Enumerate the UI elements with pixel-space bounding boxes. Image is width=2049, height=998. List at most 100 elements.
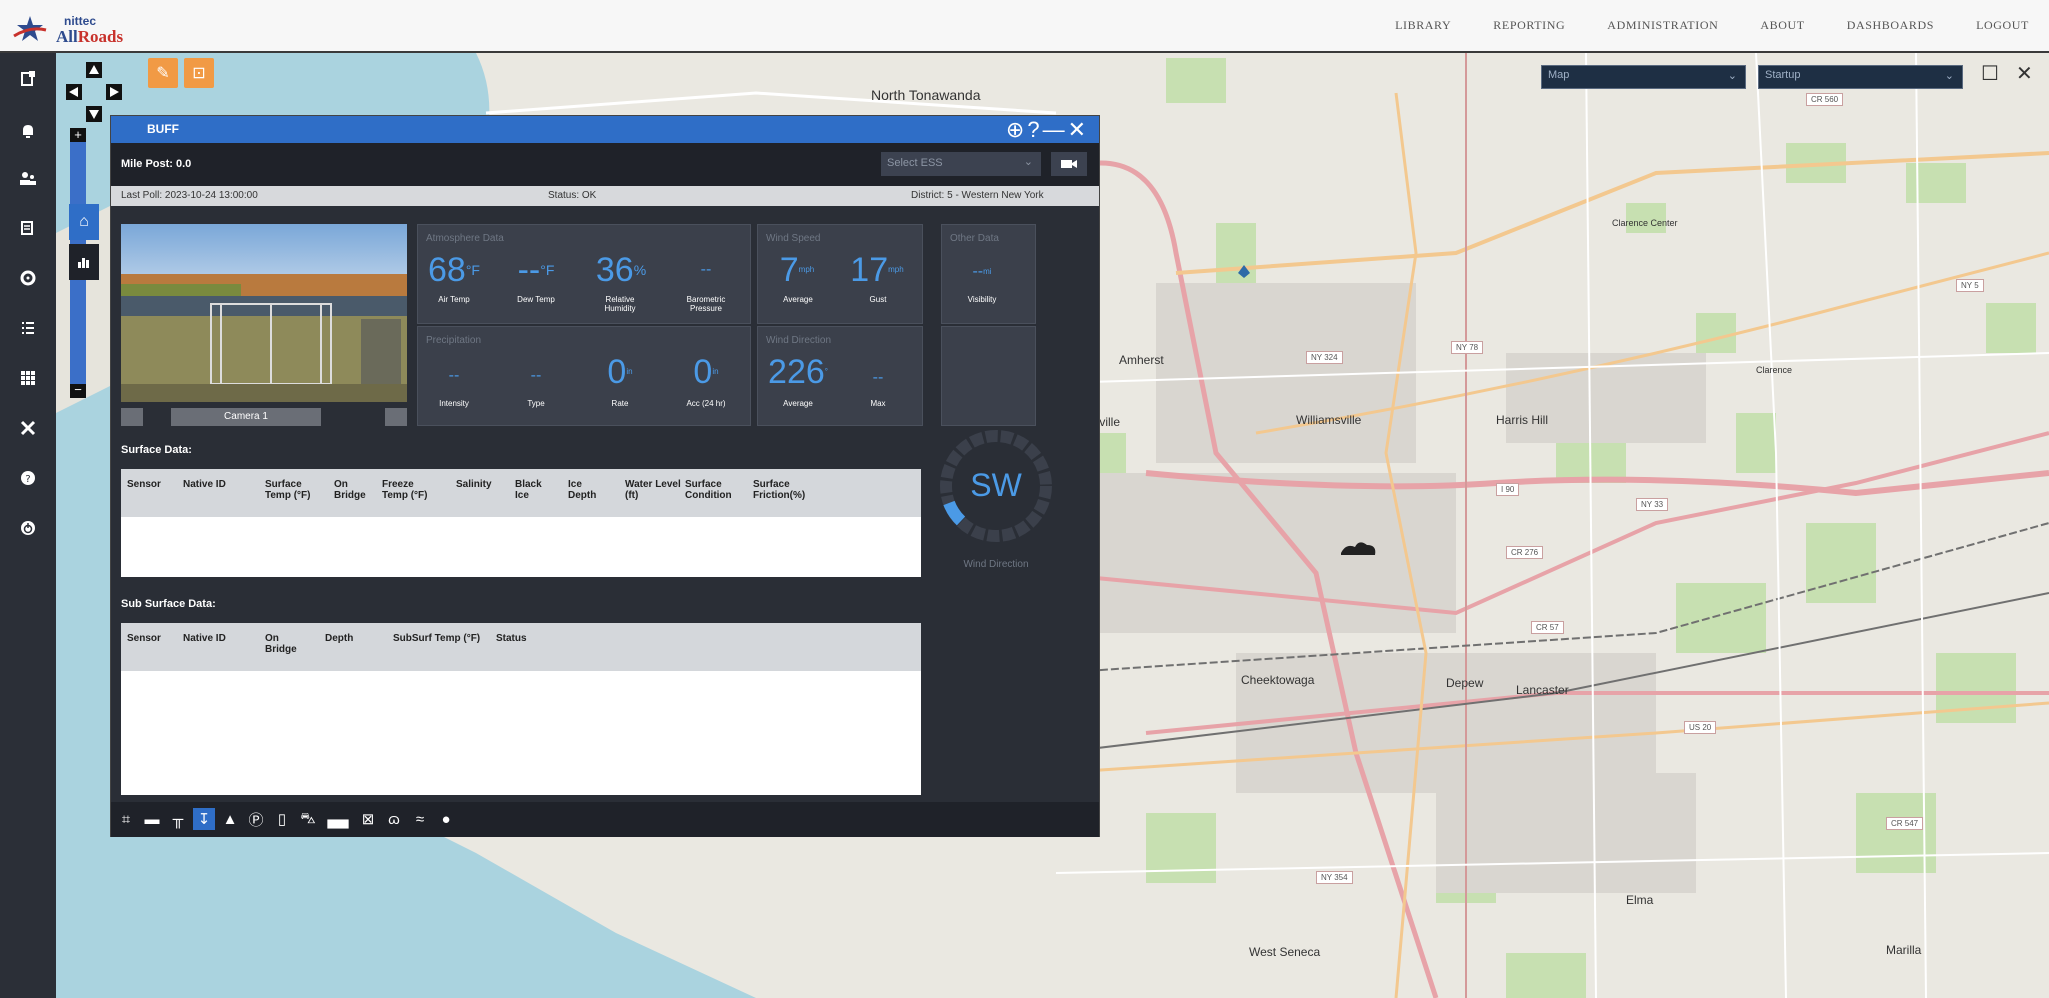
nav-reporting[interactable]: REPORTING [1493, 18, 1565, 33]
col-on-bridge: On Bridge [265, 633, 297, 655]
map-label-lancaster: Lancaster [1516, 683, 1569, 697]
list-icon[interactable] [0, 313, 56, 343]
col-subsurf-temp: SubSurf Temp (°F) [393, 633, 481, 644]
grid-icon[interactable] [0, 363, 56, 393]
map-label-harris-hill: Harris Hill [1496, 413, 1548, 427]
logo-main-text: AllRoads [56, 27, 124, 46]
camera-select[interactable]: Camera 1 [171, 408, 321, 426]
logo-star-icon [13, 16, 47, 41]
minimize-icon[interactable]: — [1043, 117, 1068, 142]
target-icon[interactable] [0, 263, 56, 293]
left-sidebar: ? [0, 53, 56, 998]
nav-dashboards[interactable]: DASHBOARDS [1847, 18, 1934, 33]
select-tool-icon[interactable]: ⊡ [184, 58, 214, 88]
zoom-out-icon[interactable]: − [70, 383, 86, 398]
report-icon[interactable] [0, 213, 56, 243]
visibility-value: --mi [972, 263, 992, 280]
station-name: BUFF [147, 122, 179, 136]
chart-tab-icon[interactable] [69, 244, 99, 280]
subsurface-data-table: Sensor Native ID On Bridge Depth SubSurf… [121, 623, 921, 795]
camera-image[interactable] [121, 224, 407, 402]
compass-label: Wind Direction [963, 559, 1029, 570]
road-shield-ny78: NY 78 [1451, 341, 1484, 354]
map-label-marilla: Marilla [1886, 943, 1922, 957]
compass-direction: SW [970, 467, 1022, 503]
tools-icon[interactable] [0, 413, 56, 443]
nav-library[interactable]: LIBRARY [1395, 18, 1451, 33]
air-temp-label: Air Temp [438, 295, 470, 304]
users-icon[interactable] [0, 163, 56, 193]
bell-icon[interactable] [0, 116, 56, 146]
main-nav: LIBRARY REPORTING ADMINISTRATION ABOUT D… [1395, 0, 2049, 50]
col-surface-temp: Surface Temp (°F) [265, 479, 311, 501]
clipboard-icon[interactable] [0, 63, 56, 93]
road-shield-ny5: NY 5 [1956, 279, 1984, 292]
atmosphere-title: Atmosphere Data [426, 233, 504, 244]
map-label-north-tonawanda: North Tonawanda [871, 87, 981, 103]
nav-logout[interactable]: LOGOUT [1976, 18, 2029, 33]
help-icon[interactable]: ? [0, 463, 56, 493]
station-title-bar[interactable]: BUFF ⊕?—✕ [111, 116, 1099, 143]
junction-icon[interactable]: ⌗ [115, 808, 137, 830]
wind-compass: SW Wind Direction [931, 421, 1061, 591]
map-layer-select[interactable]: Map ⌄ [1541, 65, 1746, 89]
col-freeze-temp: Freeze Temp (°F) [382, 479, 428, 501]
allroads-logo[interactable]: nittec AllRoads [12, 12, 127, 46]
video-camera-icon [1061, 160, 1077, 168]
help-icon[interactable]: ? [1027, 117, 1042, 142]
station-header: Mile Post: 0.0 Select ESS ⌄ [111, 143, 1099, 186]
map-label-elma: Elma [1626, 893, 1654, 907]
parking-icon[interactable]: Ⓟ [245, 808, 267, 830]
road-shield-i90: I 90 [1496, 483, 1520, 496]
pressure-label: Barometric Pressure [686, 295, 726, 313]
col-water-level: Water Level (ft) [625, 479, 681, 501]
sign-icon[interactable]: ⊠ [357, 808, 379, 830]
close-map-icon[interactable]: ✕ [2016, 61, 2033, 86]
layer-toolbar: ⌗ ▬ ╥ ↧ ▲ Ⓟ ▯ ⛍ ▄▄ ⊠ ɷ ≈ ● [111, 802, 1099, 837]
bike-icon[interactable]: ɷ [383, 808, 405, 830]
surface-data-title: Surface Data: [121, 444, 192, 456]
map-label-williamsville: Williamsville [1296, 413, 1362, 427]
visibility-label: Visibility [967, 295, 997, 304]
col-on-bridge: On Bridge [334, 479, 366, 501]
road-icon[interactable]: ▬ [141, 808, 163, 830]
signal-icon[interactable]: ▯ [271, 808, 293, 830]
power-icon[interactable] [0, 513, 56, 543]
home-tab-icon[interactable]: ⌂ [69, 204, 99, 240]
close-icon[interactable]: ✕ [1068, 117, 1089, 142]
camera-next-button[interactable] [385, 408, 407, 426]
warning-icon[interactable]: ▲ [219, 808, 241, 830]
precip-rate-value: 0in [607, 353, 633, 391]
wind-average-label: Average [783, 295, 813, 304]
chevron-down-icon: ⌄ [1023, 156, 1033, 168]
pan-control[interactable] [64, 62, 124, 122]
nav-about[interactable]: ABOUT [1760, 18, 1804, 33]
truck-icon[interactable]: ▄▄ [323, 808, 353, 830]
globe-icon[interactable]: ⊕ [1006, 117, 1027, 142]
nav-administration[interactable]: ADMINISTRATION [1607, 18, 1718, 33]
car-icon[interactable]: ⛍ [297, 808, 319, 830]
dew-temp-value: --°F [517, 251, 555, 289]
layout-select[interactable]: Startup ⌄ [1758, 65, 1963, 89]
road-shield-cr547: CR 547 [1886, 817, 1924, 830]
select-ess-dropdown[interactable]: Select ESS ⌄ [881, 152, 1041, 176]
barrier-icon[interactable]: ╥ [167, 808, 189, 830]
draw-tool-icon[interactable]: ✎ [148, 58, 178, 88]
precip-type-label: Type [527, 399, 545, 408]
road-shield-ny324: NY 324 [1306, 351, 1343, 364]
wind-direction-panel: Wind Direction 226° Average -- Max [757, 326, 923, 426]
surface-data-table: Sensor Native ID Surface Temp (°F) On Br… [121, 469, 921, 577]
weather-station-icon[interactable]: ↧ [193, 808, 215, 830]
station-popup: BUFF ⊕?—✕ Mile Post: 0.0 Select ESS ⌄ La… [69, 115, 1100, 837]
camera-prev-button[interactable] [121, 408, 143, 426]
humidity-value: 36% [595, 251, 647, 289]
camera-button[interactable] [1051, 152, 1087, 176]
dot-icon[interactable]: ● [435, 808, 457, 830]
other-data-title: Other Data [950, 233, 999, 244]
road-shield-ny354: NY 354 [1316, 871, 1353, 884]
wind-icon[interactable]: ≈ [409, 808, 431, 830]
map-label-cheektowaga: Cheektowaga [1241, 673, 1315, 687]
map-label-amherst: Amherst [1119, 353, 1164, 367]
maximize-icon[interactable]: ☐ [1981, 61, 1999, 86]
zoom-in-icon[interactable]: + [70, 128, 86, 142]
